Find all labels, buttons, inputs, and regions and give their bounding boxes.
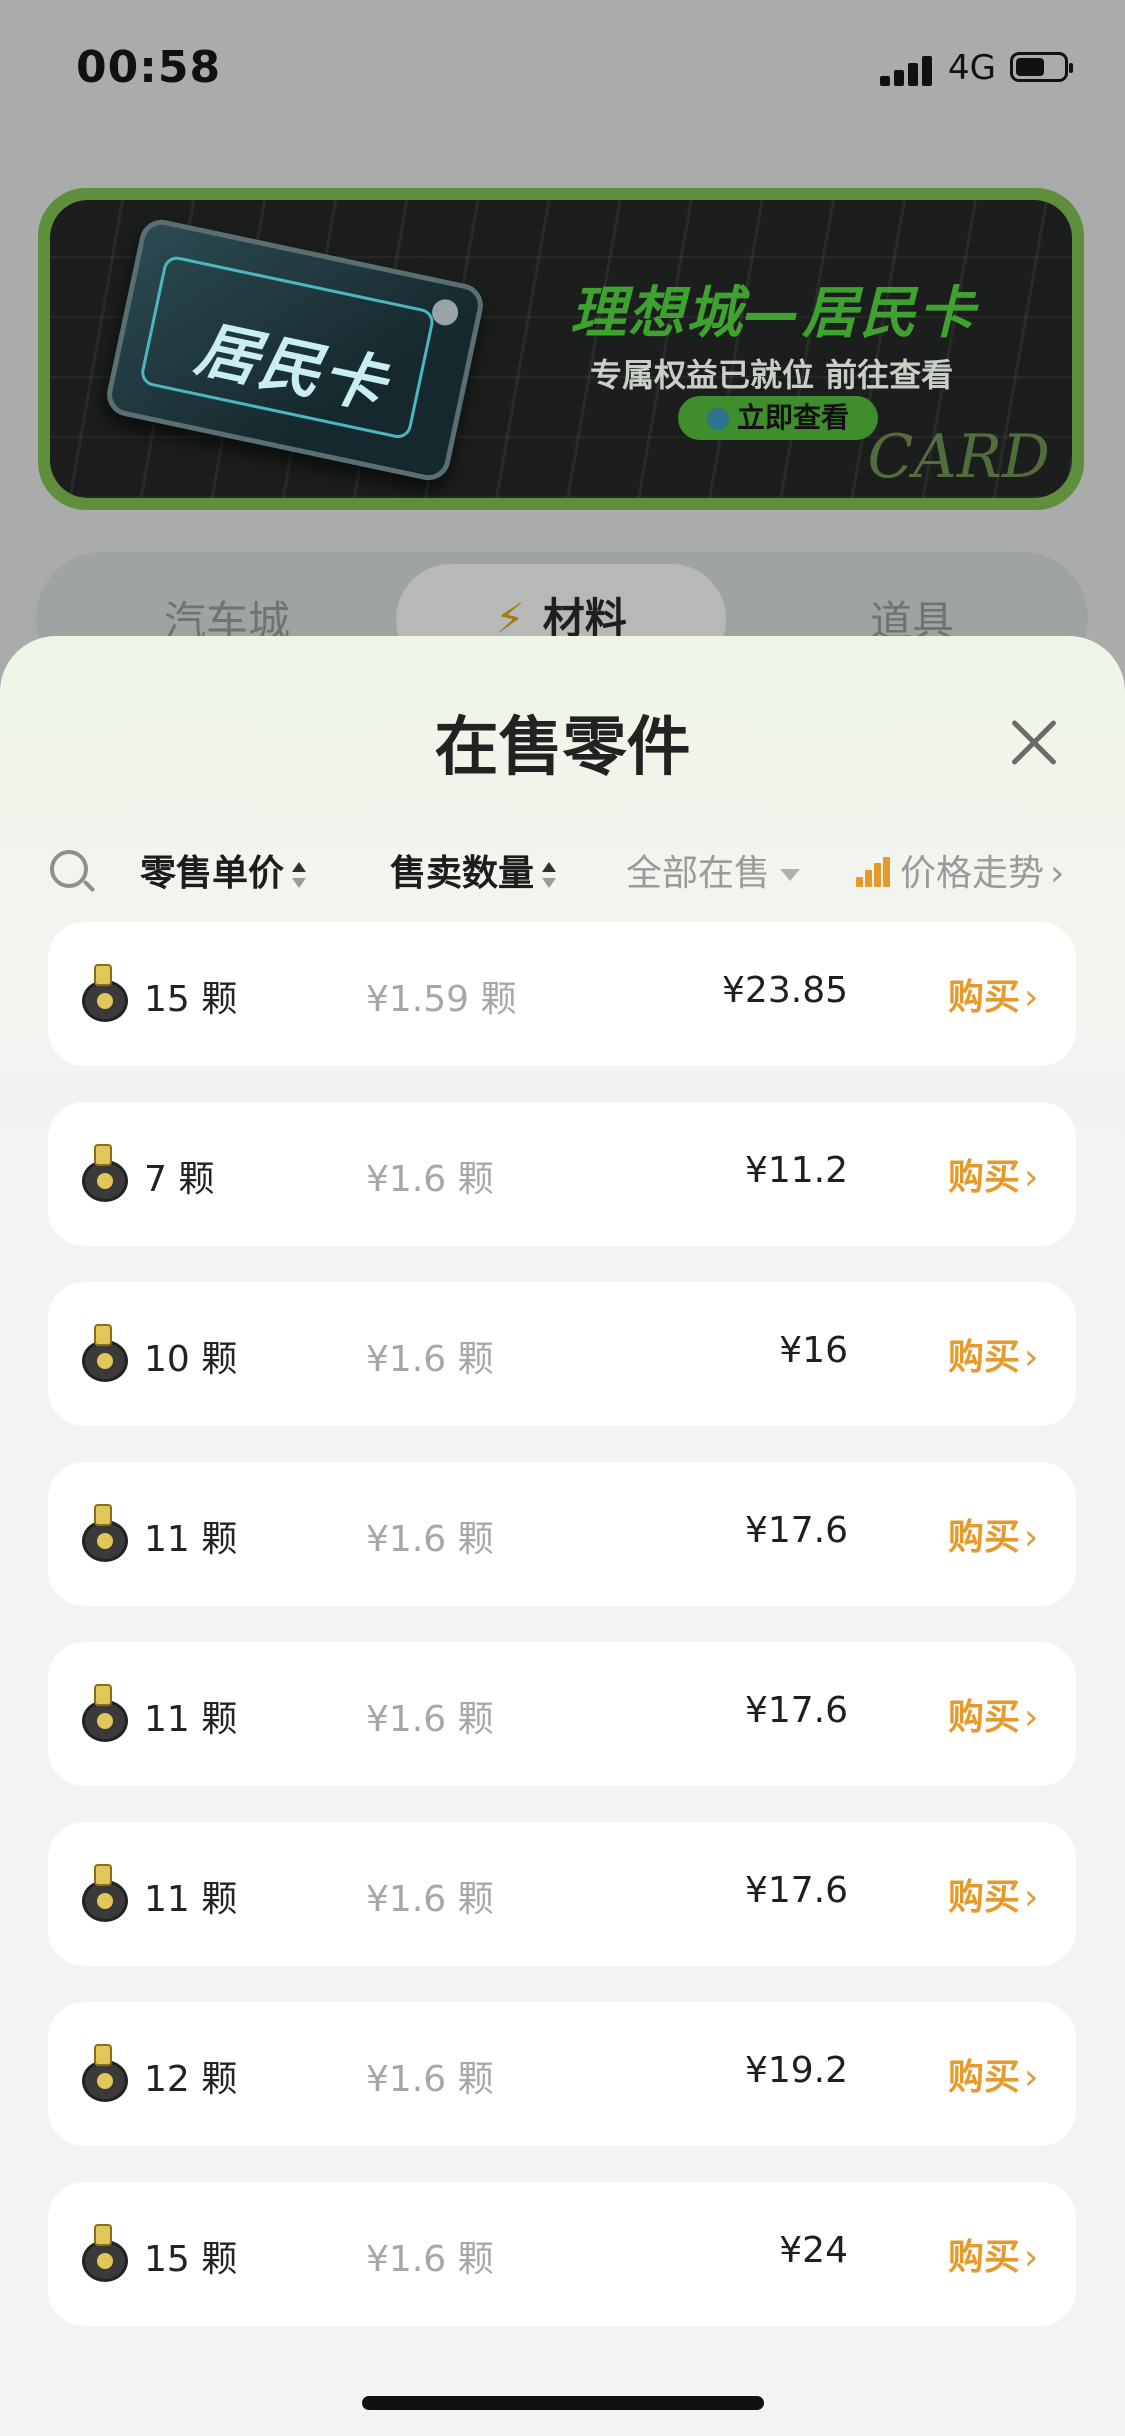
buy-button[interactable]: 购买 › xyxy=(948,1868,1038,1920)
listing-row[interactable]: 10 颗 ¥1.6 颗 ¥16 购买 › xyxy=(48,1282,1076,1426)
part-icon xyxy=(74,1864,132,1922)
buy-button[interactable]: 购买 › xyxy=(948,1148,1038,1200)
buy-label: 购买 xyxy=(948,2057,1021,2098)
buy-button[interactable]: 购买 › xyxy=(948,1508,1038,1560)
banner-card-deco: CARD xyxy=(867,422,1050,492)
buy-label: 购买 xyxy=(948,1697,1021,1738)
chevron-right-icon: › xyxy=(1024,1697,1039,1738)
listing-row[interactable]: 11 颗 ¥1.6 颗 ¥17.6 购买 › xyxy=(48,1462,1076,1606)
listing-quantity: 15 颗 xyxy=(144,2239,238,2280)
status-time: 00:58 xyxy=(76,42,222,93)
price-trend-link[interactable]: 价格走势 › xyxy=(856,844,1064,896)
listing-quantity: 11 颗 xyxy=(144,1519,238,1560)
listing-total-price: ¥17.6 xyxy=(744,1510,848,1551)
sheet-title: 在售零件 xyxy=(434,711,691,785)
listing-quantity: 12 颗 xyxy=(144,2059,238,2100)
part-icon xyxy=(74,964,132,1022)
listing-unit-price: ¥1.6 颗 xyxy=(366,1519,494,1560)
listing-unit-price: ¥1.6 颗 xyxy=(366,1339,494,1380)
listing-total-price: ¥23.85 xyxy=(722,970,848,1011)
listing-row[interactable]: 11 颗 ¥1.6 颗 ¥17.6 购买 › xyxy=(48,1642,1076,1786)
listing-unit-price: ¥1.59 颗 xyxy=(366,979,517,1020)
signal-icon xyxy=(880,54,936,86)
resident-card-image: 居民卡 xyxy=(103,215,487,485)
banner-subtitle: 专属权益已就位 前往查看 xyxy=(590,356,954,394)
buy-label: 购买 xyxy=(948,1517,1021,1558)
part-icon xyxy=(74,1144,132,1202)
listing-row[interactable]: 12 颗 ¥1.6 颗 ¥19.2 购买 › xyxy=(48,2002,1076,2146)
dropdown-caret-icon xyxy=(780,869,801,881)
listing-unit-price: ¥1.6 颗 xyxy=(366,2239,494,2280)
price-trend-label: 价格走势 xyxy=(900,853,1045,894)
chevron-right-icon: › xyxy=(1024,977,1039,1018)
sort-unit-price[interactable]: 零售单价 xyxy=(140,844,307,896)
listing-row[interactable]: 15 颗 ¥1.6 颗 ¥24 购买 › xyxy=(48,2182,1076,2326)
part-icon xyxy=(74,2044,132,2102)
buy-button[interactable]: 购买 › xyxy=(948,2048,1038,2100)
chevron-right-icon: › xyxy=(1024,1517,1039,1558)
listing-total-price: ¥24 xyxy=(779,2230,848,2271)
listing-row[interactable]: 7 颗 ¥1.6 颗 ¥11.2 购买 › xyxy=(48,1102,1076,1246)
part-icon xyxy=(74,2224,132,2282)
globe-icon xyxy=(706,408,729,430)
buy-label: 购买 xyxy=(948,1157,1021,1198)
sort-unit-price-label: 零售单价 xyxy=(140,853,285,894)
parts-on-sale-sheet: 在售零件 零售单价 售卖数量 全部在售 价格走势 › 15 颗 ¥1.59 颗 ¥23… xyxy=(0,636,1125,2436)
buy-label: 购买 xyxy=(948,977,1021,1018)
listing-total-price: ¥17.6 xyxy=(744,1870,848,1911)
buy-button[interactable]: 购买 › xyxy=(948,1328,1038,1380)
buy-button[interactable]: 购买 › xyxy=(948,1688,1038,1740)
filter-bar: 零售单价 售卖数量 全部在售 价格走势 › xyxy=(0,832,1125,902)
status-filter-dropdown[interactable]: 全部在售 xyxy=(626,844,801,896)
listing-quantity: 7 颗 xyxy=(144,1159,215,1200)
sort-arrows-icon xyxy=(292,862,307,888)
sort-quantity-label: 售卖数量 xyxy=(390,853,535,894)
listing-quantity: 15 颗 xyxy=(144,979,238,1020)
listing-row[interactable]: 11 颗 ¥1.6 颗 ¥17.6 购买 › xyxy=(48,1822,1076,1966)
resident-card-banner[interactable]: 居民卡 理想城—居民卡 专属权益已就位 前往查看 立即查看 CARD xyxy=(38,188,1084,510)
status-filter-label: 全部在售 xyxy=(626,853,771,894)
part-icon xyxy=(74,1504,132,1562)
listing-total-price: ¥19.2 xyxy=(744,2050,848,2091)
listing-unit-price: ¥1.6 颗 xyxy=(366,1159,494,1200)
chevron-right-icon: › xyxy=(1024,1157,1039,1198)
sort-arrows-icon xyxy=(542,862,557,888)
close-icon[interactable] xyxy=(1006,714,1062,770)
status-bar: 00:58 4G xyxy=(0,0,1125,140)
search-icon[interactable] xyxy=(50,850,88,888)
network-type: 4G xyxy=(948,48,996,88)
listing-total-price: ¥17.6 xyxy=(744,1690,848,1731)
listing-row[interactable]: 15 颗 ¥1.59 颗 ¥23.85 购买 › xyxy=(48,922,1076,1066)
chevron-right-icon: › xyxy=(1050,853,1065,894)
buy-label: 购买 xyxy=(948,1877,1021,1918)
listing-unit-price: ¥1.6 颗 xyxy=(366,1879,494,1920)
chevron-right-icon: › xyxy=(1024,2057,1039,2098)
home-indicator[interactable] xyxy=(362,2396,764,2410)
listing-unit-price: ¥1.6 颗 xyxy=(366,1699,494,1740)
listing-quantity: 11 颗 xyxy=(144,1879,238,1920)
banner-title: 理想城—居民卡 xyxy=(570,281,976,346)
part-icon xyxy=(74,1684,132,1742)
sort-quantity[interactable]: 售卖数量 xyxy=(390,844,557,896)
listing-total-price: ¥16 xyxy=(779,1330,848,1371)
chevron-right-icon: › xyxy=(1024,1877,1039,1918)
listing-quantity: 10 颗 xyxy=(144,1339,238,1380)
chevron-right-icon: › xyxy=(1024,2237,1039,2278)
view-now-label: 立即查看 xyxy=(736,401,849,434)
view-now-button[interactable]: 立即查看 xyxy=(678,396,878,440)
listing-unit-price: ¥1.6 颗 xyxy=(366,2059,494,2100)
buy-button[interactable]: 购买 › xyxy=(948,2228,1038,2280)
listing-quantity: 11 颗 xyxy=(144,1699,238,1740)
buy-button[interactable]: 购买 › xyxy=(948,968,1038,1020)
battery-icon xyxy=(1010,52,1073,82)
buy-label: 购买 xyxy=(948,2237,1021,2278)
trend-chart-icon xyxy=(856,857,890,887)
part-icon xyxy=(74,1324,132,1382)
buy-label: 购买 xyxy=(948,1337,1021,1378)
chevron-right-icon: › xyxy=(1024,1337,1039,1378)
listing-total-price: ¥11.2 xyxy=(744,1150,848,1191)
